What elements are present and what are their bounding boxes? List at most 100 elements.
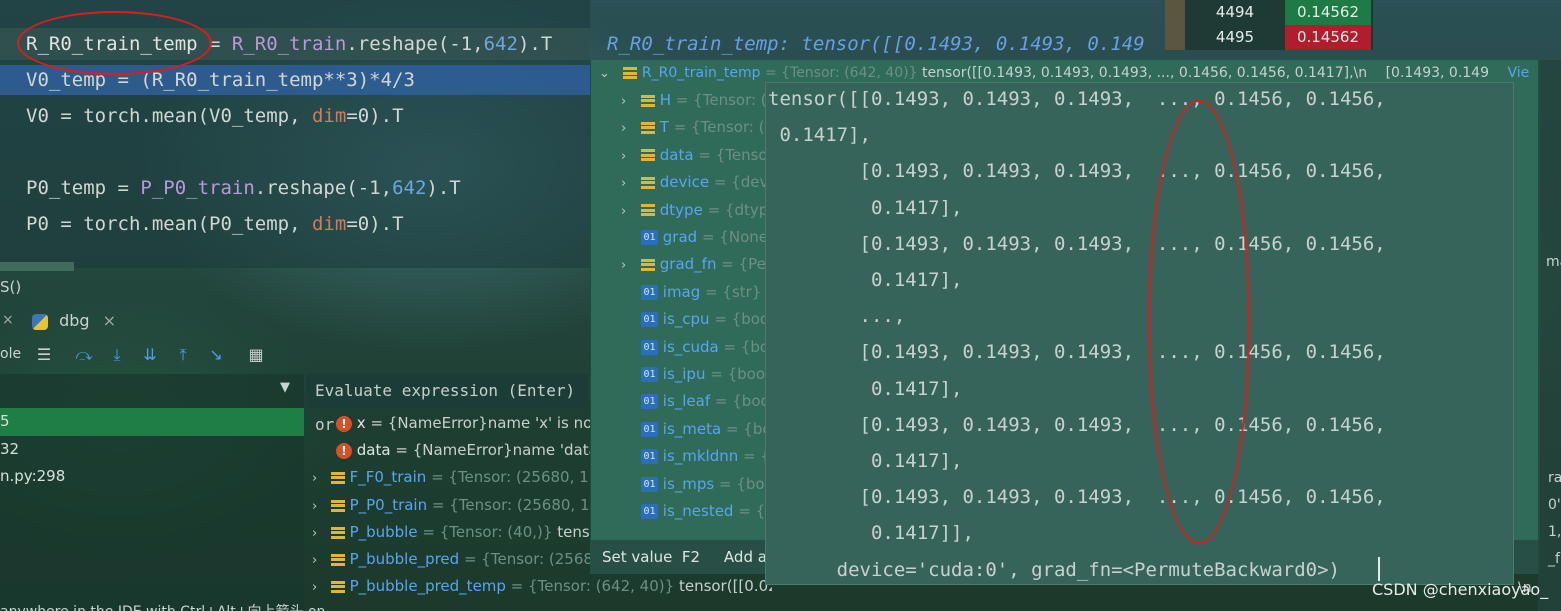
edge-text: _fr [1548,551,1561,567]
code-line-4[interactable]: P0_temp = P_P0_train.reshape(-1,642).T [26,173,461,203]
variable-row[interactable]: › P_bubble = {Tensor: (40,)} tenso [312,519,596,546]
primitive-icon: 01 [641,504,658,519]
code-token: P0 = torch.mean(P0_temp, [26,213,312,235]
chevron-right-icon[interactable]: › [312,547,326,573]
chevron-right-icon[interactable]: › [312,493,326,519]
frame-selected[interactable] [0,408,304,436]
table-icon[interactable]: ▦ [245,344,267,366]
code-editor[interactable]: R_R0_train_temp = R_R0_train.reshape(-1,… [0,0,590,271]
variable-row[interactable]: ! x = {NameError}name 'x' is not d [336,410,620,437]
debug-title-bar: S() [0,274,590,304]
tree-row-T[interactable]: › T = {Tensor: (4 [621,114,774,141]
variable-name: dtype [659,200,703,219]
menu-icon[interactable]: ☰ [33,344,55,366]
variable-value: = {NameError}name 'x' is not d [370,414,613,432]
variable-row[interactable]: › P_bubble_pred = {Tensor: (2568 [312,546,596,573]
tree-row-is-mkldnn[interactable]: 01 is_mkldnn = {l [621,443,774,470]
tooltip-line: ..., [768,305,906,328]
console-tab-label[interactable]: ole [0,346,21,362]
tree-row-is-meta[interactable]: 01 is_meta = {bo [621,416,772,443]
chevron-down-icon[interactable]: ⌄ [599,60,613,87]
list-icon [330,553,345,566]
chevron-right-icon[interactable]: › [621,170,635,197]
variable-type: = {None [701,228,768,246]
variable-name: device [659,173,710,192]
tree-row-H[interactable]: › H = {Tensor: (4 [621,87,776,114]
chevron-right-icon[interactable]: › [621,115,635,142]
code-token: ).T [426,177,461,199]
variable-row[interactable]: › P_P0_train = {Tensor: (25680, 1)} [312,492,596,519]
grid-scrollbar[interactable] [1165,0,1185,50]
variable-type: = {dtyp [707,200,769,219]
step-out-icon[interactable]: ⤒ [172,344,194,366]
tooltip-line: [0.1493, 0.1493, 0.1493, ..., 0.1456, 0.… [768,413,1386,436]
tree-row-grad[interactable]: 01 grad = {None [621,224,768,251]
variable-name: P_bubble_pred [349,550,460,568]
set-value-hint[interactable]: Set value F2 Add a [602,540,767,574]
grid-index-cell[interactable]: 4495 [1185,25,1285,50]
variable-name: grad_fn [659,255,717,274]
variable-name: data [356,441,391,459]
tree-row-data[interactable]: › data = {Tenso [621,142,768,169]
chevron-right-icon[interactable]: › [312,465,326,491]
variable-name: is_cpu [662,310,710,329]
error-icon: ! [336,415,352,432]
variable-value: tensor([[0.1493, 0.1493, 0.1493, ..., 0.… [921,65,1368,81]
view-link[interactable]: Vie [1507,65,1529,81]
variable-name: P_bubble_pred_temp [349,577,506,595]
step-into-icon[interactable]: ⤓ [106,344,128,366]
tree-row-is-nested[interactable]: 01 is_nested = {b [621,498,775,525]
frame-item[interactable]: 5 [0,412,10,430]
tree-row-dtype[interactable]: › dtype = {dtyp [621,197,768,224]
dropdown-icon[interactable]: ▼ [280,380,290,395]
step-over-icon[interactable]: ⤼ [73,344,95,366]
tree-row-device[interactable]: › device = {dev [621,169,768,196]
tree-row-is-mps[interactable]: 01 is_mps = {boo [621,471,774,498]
tab-label: dbg [59,311,90,330]
list-icon [330,499,345,512]
grid-value-cell[interactable]: 0.14562 [1285,25,1371,50]
variable-row[interactable]: ! data = {NameError}name 'data' [336,437,620,464]
tree-row-is-ipu[interactable]: 01 is_ipu = {bool [621,361,769,388]
tooltip-line: 0.1417], [768,269,963,291]
tree-row-imag[interactable]: 01 imag = {str} 'T [621,279,779,306]
list-icon [330,580,345,593]
tree-row-grad-fn[interactable]: › grad_fn = {Per [621,251,772,278]
edge-text: 0', [1548,497,1561,513]
list-icon [623,67,638,79]
variable-row[interactable]: › P_bubble_pred_temp = {Tensor: (642, 40… [312,573,772,600]
tree-row-is-cpu[interactable]: 01 is_cpu = {boo [621,306,769,333]
tree-row-is-cuda[interactable]: 01 is_cuda = {boo [621,334,778,361]
code-token: V0 = torch.mean(V0_temp, [26,105,312,127]
tab-dbg[interactable]: dbg × [32,306,116,336]
chevron-right-icon[interactable]: › [312,520,326,546]
chevron-right-icon[interactable]: › [621,143,635,170]
edge-text: ma [1546,254,1561,270]
value-tooltip[interactable]: tensor([[0.1493, 0.1493, 0.1493, ..., 0.… [765,82,1514,585]
grid-index-cell[interactable]: 4494 [1185,0,1285,25]
step-into-my-code-icon[interactable]: ⇊ [139,344,161,366]
variable-name: grad [662,228,698,246]
variable-type: = {Tensor: (40,)} [422,523,553,541]
code-line-5[interactable]: P0 = torch.mean(P0_temp, dim=0).T [26,209,404,239]
frame-item[interactable]: n.py:298 [0,467,65,485]
tree-row-is-leaf[interactable]: 01 is_leaf = {boo [621,388,770,415]
chevron-right-icon[interactable]: › [621,252,635,279]
chevron-right-icon[interactable]: › [621,198,635,225]
chevron-right-icon[interactable]: › [312,574,326,600]
evaluate-expression-input[interactable]: Evaluate expression (Enter) or [306,374,588,434]
frame-item[interactable]: 32 [0,440,19,458]
close-icon[interactable]: × [2,312,14,328]
code-line-3[interactable]: V0 = torch.mean(V0_temp, dim=0).T [26,101,404,131]
code-ref: P_P0_train [140,177,255,199]
variable-type: = {Tensor: (25680, 1)} [431,468,596,486]
horizontal-scrollbar[interactable] [0,262,74,271]
close-icon[interactable]: × [103,311,116,330]
run-to-cursor-icon[interactable]: ↘ [205,344,227,366]
variable-type: = {Tensor: (2568 [463,550,593,568]
variable-type: = {Tensor: (25680, 1)} [431,496,596,514]
list-icon [641,149,655,162]
grid-value-cell[interactable]: 0.14562 [1285,0,1371,25]
chevron-right-icon[interactable]: › [621,88,635,115]
variable-row[interactable]: › F_F0_train = {Tensor: (25680, 1)} [312,464,596,491]
